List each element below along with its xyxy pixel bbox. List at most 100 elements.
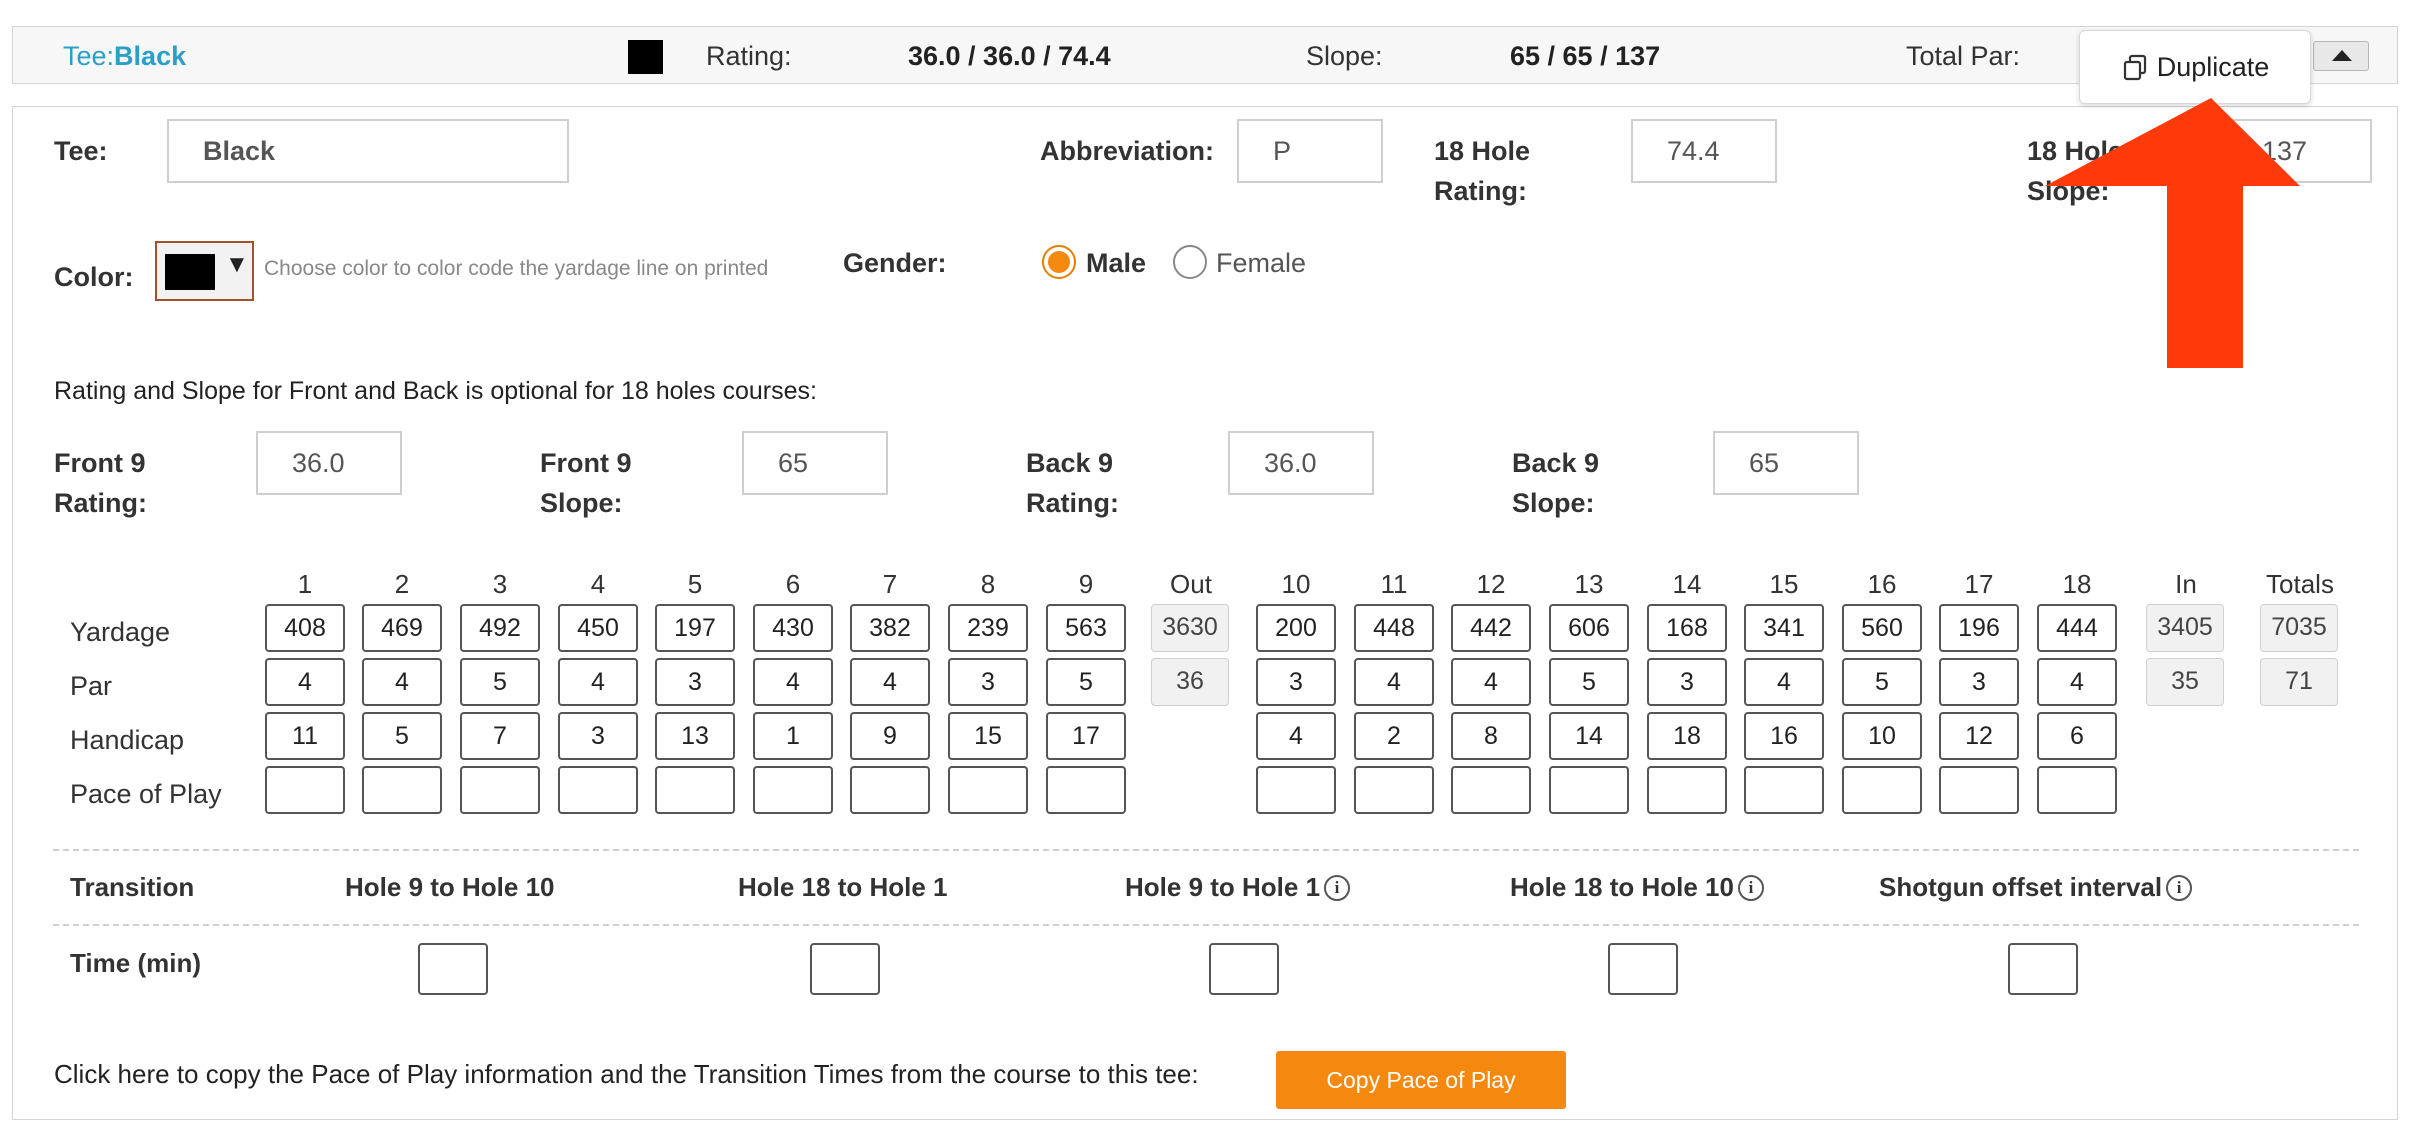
transition-time-input[interactable] <box>1608 943 1678 995</box>
handicap-cell[interactable]: 2 <box>1354 712 1434 760</box>
pace-of-play-cell[interactable] <box>850 766 930 814</box>
gender-female-radio[interactable] <box>1173 245 1207 279</box>
yardage-cell[interactable]: 382 <box>850 604 930 652</box>
handicap-cell[interactable]: 11 <box>265 712 345 760</box>
front9-rating-input[interactable]: 36.0 <box>256 431 402 495</box>
pace-of-play-cell[interactable] <box>1451 766 1531 814</box>
par-cell[interactable]: 5 <box>1549 658 1629 706</box>
handicap-cell[interactable]: 4 <box>1256 712 1336 760</box>
yardage-cell[interactable]: 448 <box>1354 604 1434 652</box>
pace-of-play-cell[interactable] <box>1744 766 1824 814</box>
yardage-cell[interactable]: 197 <box>655 604 735 652</box>
front9-slope-label: Front 9 Slope: <box>540 448 632 518</box>
pace-of-play-cell[interactable] <box>1354 766 1434 814</box>
handicap-cell[interactable]: 1 <box>753 712 833 760</box>
yardage-cell[interactable]: 606 <box>1549 604 1629 652</box>
pace-of-play-cell[interactable] <box>362 766 442 814</box>
par-cell[interactable]: 5 <box>1046 658 1126 706</box>
par-cell[interactable]: 4 <box>1744 658 1824 706</box>
handicap-cell[interactable]: 18 <box>1647 712 1727 760</box>
yardage-cell[interactable]: 196 <box>1939 604 2019 652</box>
transition-time-input[interactable] <box>2008 943 2078 995</box>
par-cell[interactable]: 4 <box>753 658 833 706</box>
pace-of-play-cell[interactable] <box>1046 766 1126 814</box>
transition-time-input[interactable] <box>1209 943 1279 995</box>
back9-slope-input[interactable]: 65 <box>1713 431 1859 495</box>
front9-slope-input[interactable]: 65 <box>742 431 888 495</box>
handicap-cell[interactable]: 15 <box>948 712 1028 760</box>
handicap-cell[interactable]: 13 <box>655 712 735 760</box>
par-cell[interactable]: 3 <box>1256 658 1336 706</box>
yardage-cell[interactable]: 408 <box>265 604 345 652</box>
pace-of-play-cell[interactable] <box>558 766 638 814</box>
yardage-cell[interactable]: 560 <box>1842 604 1922 652</box>
handicap-cell[interactable]: 16 <box>1744 712 1824 760</box>
yardage-cell[interactable]: 430 <box>753 604 833 652</box>
yardage-cell[interactable]: 442 <box>1451 604 1531 652</box>
pace-of-play-cell[interactable] <box>655 766 735 814</box>
par-cell[interactable]: 4 <box>362 658 442 706</box>
yardage-cell[interactable]: 469 <box>362 604 442 652</box>
par-cell[interactable]: 3 <box>1647 658 1727 706</box>
info-icon[interactable]: i <box>2166 875 2193 901</box>
gender-male-label[interactable]: Male <box>1086 243 1146 283</box>
yardage-cell[interactable]: 239 <box>948 604 1028 652</box>
par-cell[interactable]: 5 <box>460 658 540 706</box>
pace-of-play-cell[interactable] <box>1256 766 1336 814</box>
yardage-cell[interactable]: 341 <box>1744 604 1824 652</box>
handicap-cell[interactable]: 3 <box>558 712 638 760</box>
yardage-cell[interactable]: 200 <box>1256 604 1336 652</box>
color-picker[interactable]: ▼ <box>155 241 254 301</box>
abbreviation-input[interactable]: P <box>1237 119 1383 183</box>
yardage-cell[interactable]: 444 <box>2037 604 2117 652</box>
handicap-cell[interactable]: 8 <box>1451 712 1531 760</box>
par-cell[interactable]: 4 <box>2037 658 2117 706</box>
par-cell[interactable]: 4 <box>265 658 345 706</box>
yardage-cell[interactable]: 563 <box>1046 604 1126 652</box>
pace-of-play-cell[interactable] <box>265 766 345 814</box>
tee-name-input[interactable]: Black <box>167 119 569 183</box>
info-icon[interactable]: i <box>1324 875 1351 901</box>
yardage-cell[interactable]: 492 <box>460 604 540 652</box>
gender-female-label[interactable]: Female <box>1216 243 1306 283</box>
pace-of-play-cell[interactable] <box>753 766 833 814</box>
handicap-cell[interactable]: 14 <box>1549 712 1629 760</box>
tee-summary-bar[interactable]: Tee:Black Rating: 36.0 / 36.0 / 74.4 Slo… <box>12 26 2398 84</box>
pace-of-play-cell[interactable] <box>460 766 540 814</box>
par-cell[interactable]: 4 <box>558 658 638 706</box>
pace-of-play-cell[interactable] <box>1939 766 2019 814</box>
par-cell[interactable]: 3 <box>655 658 735 706</box>
copy-pace-of-play-button[interactable]: Copy Pace of Play <box>1276 1051 1566 1109</box>
gender-male-radio[interactable] <box>1042 245 1076 279</box>
pace-of-play-cell[interactable] <box>948 766 1028 814</box>
handicap-cell[interactable]: 10 <box>1842 712 1922 760</box>
transition-time-input[interactable] <box>418 943 488 995</box>
handicap-cell[interactable]: 7 <box>460 712 540 760</box>
collapse-button[interactable] <box>2313 41 2369 71</box>
pace-of-play-cell[interactable] <box>1647 766 1727 814</box>
back9-rating-input[interactable]: 36.0 <box>1228 431 1374 495</box>
yardage-cell[interactable]: 168 <box>1647 604 1727 652</box>
info-icon[interactable]: i <box>1737 875 1764 901</box>
duplicate-button[interactable]: Duplicate <box>2079 30 2311 104</box>
pace-of-play-cell[interactable] <box>1549 766 1629 814</box>
handicap-cell[interactable]: 9 <box>850 712 930 760</box>
handicap-cell[interactable]: 17 <box>1046 712 1126 760</box>
yardage-cell[interactable]: 450 <box>558 604 638 652</box>
rating18-label: 18 Hole Rating: <box>1434 136 1531 206</box>
rating18-input[interactable]: 74.4 <box>1631 119 1777 183</box>
hole-number-header: 13 <box>1574 569 1604 599</box>
par-cell[interactable]: 4 <box>1354 658 1434 706</box>
handicap-cell[interactable]: 6 <box>2037 712 2117 760</box>
par-cell[interactable]: 5 <box>1842 658 1922 706</box>
par-cell[interactable]: 3 <box>948 658 1028 706</box>
handicap-cell[interactable]: 12 <box>1939 712 2019 760</box>
par-cell[interactable]: 4 <box>850 658 930 706</box>
par-cell[interactable]: 4 <box>1451 658 1531 706</box>
tee-edit-panel: Tee: Black Abbreviation: P 18 Hole Rating… <box>12 106 2398 1120</box>
par-cell[interactable]: 3 <box>1939 658 2019 706</box>
pace-of-play-cell[interactable] <box>1842 766 1922 814</box>
handicap-cell[interactable]: 5 <box>362 712 442 760</box>
pace-of-play-cell[interactable] <box>2037 766 2117 814</box>
transition-time-input[interactable] <box>810 943 880 995</box>
